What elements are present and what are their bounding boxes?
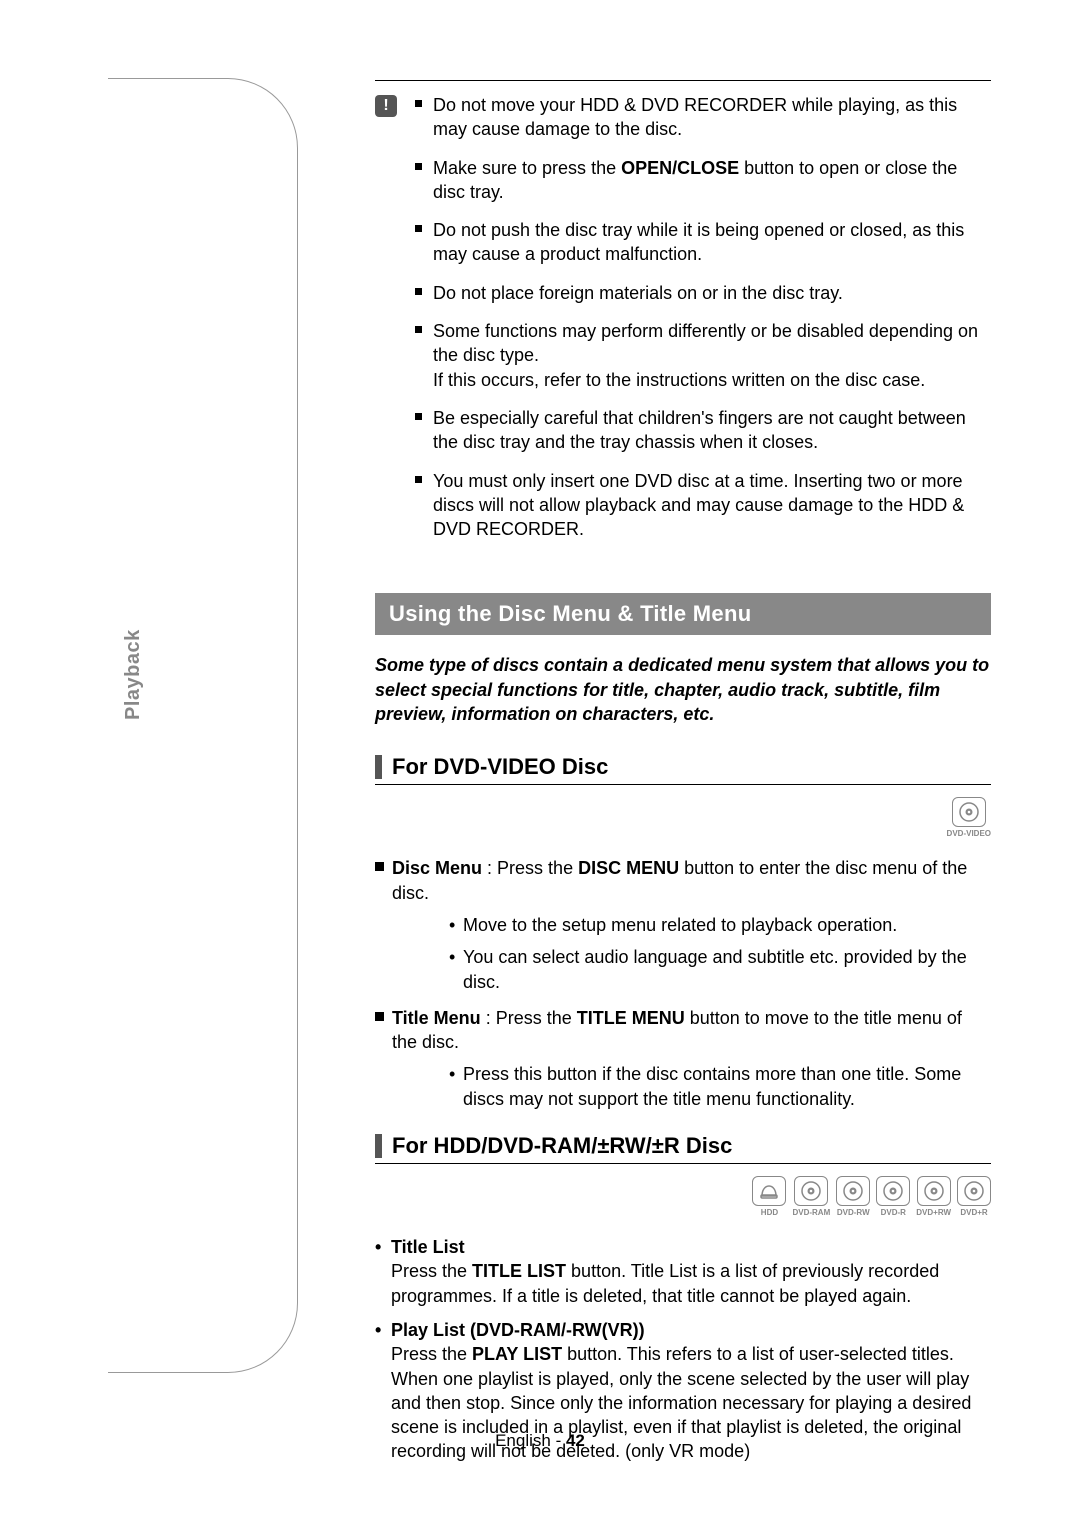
caution-item: You must only insert one DVD disc at a t… [415, 469, 991, 542]
caution-item: Some functions may perform differently o… [415, 319, 991, 392]
subheading-bar [375, 755, 382, 779]
caution-item: Be especially careful that children's fi… [415, 406, 991, 455]
section-banner: Using the Disc Menu & Title Menu [375, 593, 991, 635]
caution-item: Do not push the disc tray while it is be… [415, 218, 991, 267]
top-divider [375, 80, 991, 81]
list-item: You can select audio language and subtit… [449, 945, 991, 994]
square-bullet-icon [375, 1012, 384, 1021]
subheading-text: For HDD/DVD-RAM/±RW/±R Disc [392, 1133, 732, 1159]
page-footer: English - 42 [0, 1431, 1080, 1451]
caution-icon: ! [375, 95, 397, 117]
side-section-label: Playback [122, 629, 145, 720]
disc-icon: DVD-RAM [792, 1176, 830, 1217]
list-item: Press this button if the disc contains m… [449, 1062, 991, 1111]
left-tab-outline [108, 78, 298, 1373]
disc-icon: DVD-R [876, 1176, 910, 1217]
subheading-bar [375, 1134, 382, 1158]
caution-item: Make sure to press the OPEN/CLOSE button… [415, 156, 991, 205]
disc-menu-sublist: Move to the setup menu related to playba… [449, 913, 991, 994]
disc-type-icons-2: HDDDVD-RAMDVD-RWDVD-RDVD+RWDVD+R [375, 1176, 991, 1217]
title-menu-item: Title Menu : Press the TITLE MENU button… [375, 1006, 991, 1055]
footer-page-number: 42 [566, 1431, 585, 1450]
disc-icon: DVD-RW [836, 1176, 870, 1217]
disc-icon: DVD+RW [916, 1176, 951, 1217]
list-item: Title ListPress the TITLE LIST button. T… [375, 1235, 991, 1308]
list-item: Move to the setup menu related to playba… [449, 913, 991, 937]
caution-list: Do not move your HDD & DVD RECORDER whil… [415, 93, 991, 555]
square-bullet-icon [375, 862, 384, 871]
subheading-text: For DVD-VIDEO Disc [392, 754, 608, 780]
caution-item: Do not move your HDD & DVD RECORDER whil… [415, 93, 991, 142]
subheading-dvd-video: For DVD-VIDEO Disc [375, 754, 991, 785]
list-section-2: Title ListPress the TITLE LIST button. T… [375, 1235, 991, 1464]
subheading-hdd-dvd: For HDD/DVD-RAM/±RW/±R Disc [375, 1133, 991, 1164]
intro-paragraph: Some type of discs contain a dedicated m… [375, 653, 991, 726]
disc-icon: DVD+R [957, 1176, 991, 1217]
caution-item: Do not place foreign materials on or in … [415, 281, 991, 305]
disc-icon: DVD-VIDEO [947, 797, 991, 838]
title-menu-sublist: Press this button if the disc contains m… [449, 1062, 991, 1111]
hdd-icon: HDD [752, 1176, 786, 1217]
disc-menu-item: Disc Menu : Press the DISC MENU button t… [375, 856, 991, 905]
footer-language: English [495, 1431, 551, 1450]
disc-type-icons-1: DVD-VIDEO [375, 797, 991, 838]
